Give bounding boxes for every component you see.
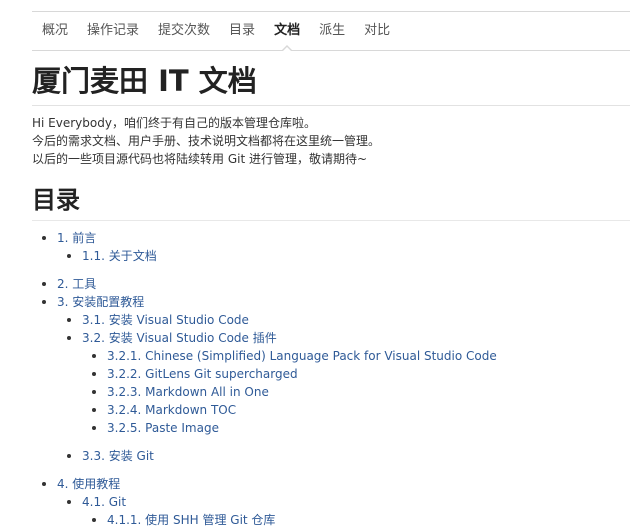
toc-link[interactable]: 3.3. 安装 Git	[82, 449, 154, 463]
toc-item: 3.2.3. Markdown All in One	[32, 383, 630, 401]
toc-item: 1.1. 关于文档	[32, 247, 630, 265]
intro-line: 以后的一些项目源代码也将陆续转用 Git 进行管理，敬请期待~	[32, 152, 368, 166]
toc-link[interactable]: 3.2.5. Paste Image	[107, 421, 219, 435]
toc-link[interactable]: 3. 安装配置教程	[57, 295, 144, 309]
toc-item: 3. 安装配置教程	[32, 293, 630, 311]
toc-item: 4.1.1. 使用 SHH 管理 Git 仓库	[32, 511, 630, 529]
toc-item: 3.2.4. Markdown TOC	[32, 401, 630, 419]
tab-overview[interactable]: 概况	[42, 12, 68, 50]
toc-link[interactable]: 3.2. 安装 Visual Studio Code 插件	[82, 331, 277, 345]
toc-link[interactable]: 1. 前言	[57, 231, 96, 245]
intro-line: 今后的需求文档、用户手册、技术说明文档都将在这里统一管理。	[32, 134, 381, 148]
toc-link[interactable]: 1.1. 关于文档	[82, 249, 157, 263]
tab-activity[interactable]: 操作记录	[87, 12, 139, 50]
toc-item: 3.2.2. GitLens Git supercharged	[32, 365, 630, 383]
toc-link[interactable]: 4.1.1. 使用 SHH 管理 Git 仓库	[107, 513, 275, 527]
toc-heading: 目录	[32, 184, 630, 221]
toc-item: 4.1. Git	[32, 493, 630, 511]
toc-link[interactable]: 3.2.4. Markdown TOC	[107, 403, 236, 417]
toc-link[interactable]: 2. 工具	[57, 277, 96, 291]
toc-item: 3.2.1. Chinese (Simplified) Language Pac…	[32, 347, 630, 365]
tab-commits[interactable]: 提交次数	[158, 12, 210, 50]
toc-item: 2. 工具	[32, 275, 630, 293]
tab-forks[interactable]: 派生	[319, 12, 345, 50]
tab-compare[interactable]: 对比	[364, 12, 390, 50]
nav-tabs: 概况 操作记录 提交次数 目录 文档 派生 对比	[32, 12, 630, 52]
toc-link[interactable]: 3.2.1. Chinese (Simplified) Language Pac…	[107, 349, 497, 363]
intro-text: Hi Everybody，咱们终于有自己的版本管理仓库啦。 今后的需求文档、用户…	[32, 114, 630, 168]
table-of-contents: 1. 前言 1.1. 关于文档 2. 工具 3. 安装配置教程 3.1. 安装 …	[32, 229, 630, 529]
toc-link[interactable]: 4. 使用教程	[57, 477, 120, 491]
toc-item: 3.2. 安装 Visual Studio Code 插件	[32, 329, 630, 347]
toc-link[interactable]: 3.1. 安装 Visual Studio Code	[82, 313, 249, 327]
toc-item: 1. 前言	[32, 229, 630, 247]
top-navigation: 概况 操作记录 提交次数 目录 文档 派生 对比	[32, 11, 630, 52]
tab-docs[interactable]: 文档	[274, 12, 300, 52]
toc-item: 4. 使用教程	[32, 475, 630, 493]
toc-item: 3.1. 安装 Visual Studio Code	[32, 311, 630, 329]
toc-link[interactable]: 3.2.2. GitLens Git supercharged	[107, 367, 298, 381]
toc-link[interactable]: 3.2.3. Markdown All in One	[107, 385, 269, 399]
toc-item: 3.2.5. Paste Image	[32, 419, 630, 437]
toc-item: 3.3. 安装 Git	[32, 447, 630, 465]
page-title: 厦门麦田 IT 文档	[32, 63, 630, 106]
tab-files[interactable]: 目录	[229, 12, 255, 50]
toc-link[interactable]: 4.1. Git	[82, 495, 126, 509]
document-content: 厦门麦田 IT 文档 Hi Everybody，咱们终于有自己的版本管理仓库啦。…	[32, 51, 630, 529]
intro-line: Hi Everybody，咱们终于有自己的版本管理仓库啦。	[32, 116, 316, 130]
